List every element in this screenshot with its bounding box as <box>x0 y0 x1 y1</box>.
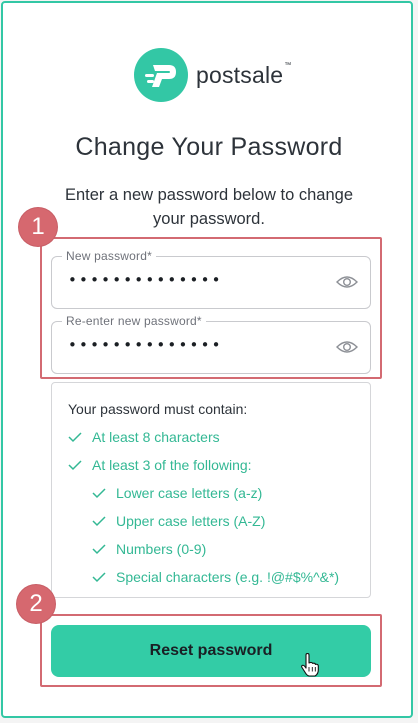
check-icon <box>92 544 106 555</box>
brand-tm: ™ <box>284 61 292 69</box>
show-password-eye-icon[interactable] <box>336 273 358 291</box>
show-password-eye-icon[interactable] <box>336 338 358 356</box>
page-subtitle: Enter a new password below to change you… <box>64 186 353 228</box>
brand-logo: postsale™ <box>134 48 291 102</box>
check-icon <box>92 488 106 499</box>
brand-wordmark: postsale™ <box>196 62 291 89</box>
reenter-password-input[interactable]: •••••••••••••• <box>68 336 223 354</box>
page-title: Change Your Password <box>75 133 343 161</box>
requirement-subitem: Special characters (e.g. !@#$%^&*) <box>92 569 339 585</box>
new-password-field[interactable]: New password* •••••••••••••• <box>51 249 371 309</box>
requirement-item: At least 3 of the following: <box>68 457 252 473</box>
requirement-text: Lower case letters (a-z) <box>116 485 263 501</box>
reenter-password-label: Re-enter new password* <box>62 314 206 328</box>
brand-name: postsale <box>196 61 284 88</box>
new-password-label: New password* <box>62 249 156 263</box>
check-icon <box>68 460 82 471</box>
requirement-subitem: Lower case letters (a-z) <box>92 485 262 501</box>
requirement-text: At least 3 of the following: <box>92 457 252 473</box>
requirement-text: Upper case letters (A-Z) <box>116 513 266 529</box>
hand-pointer-cursor-icon <box>301 653 319 677</box>
requirements-heading: Your password must contain: <box>68 401 248 417</box>
requirement-subitem: Upper case letters (A-Z) <box>92 513 265 529</box>
postsale-logo-icon <box>134 48 188 102</box>
annotation-badge-step-2: 2 <box>17 585 55 623</box>
requirement-subitem: Numbers (0-9) <box>92 541 206 557</box>
requirement-text: Numbers (0-9) <box>116 541 207 557</box>
new-password-input[interactable]: •••••••••••••• <box>68 271 223 289</box>
check-icon <box>92 516 106 527</box>
requirement-text: At least 8 characters <box>92 429 220 445</box>
requirement-text: Special characters (e.g. !@#$%^&*) <box>116 569 340 585</box>
check-icon <box>68 432 82 443</box>
reenter-password-field[interactable]: Re-enter new password* •••••••••••••• <box>51 314 371 374</box>
password-requirements: Your password must contain: At least 8 c… <box>51 382 371 598</box>
annotation-badge-step-1: 1 <box>19 208 57 246</box>
reset-password-button[interactable]: Reset password <box>51 625 371 677</box>
check-icon <box>92 572 106 583</box>
requirement-item: At least 8 characters <box>68 429 220 445</box>
